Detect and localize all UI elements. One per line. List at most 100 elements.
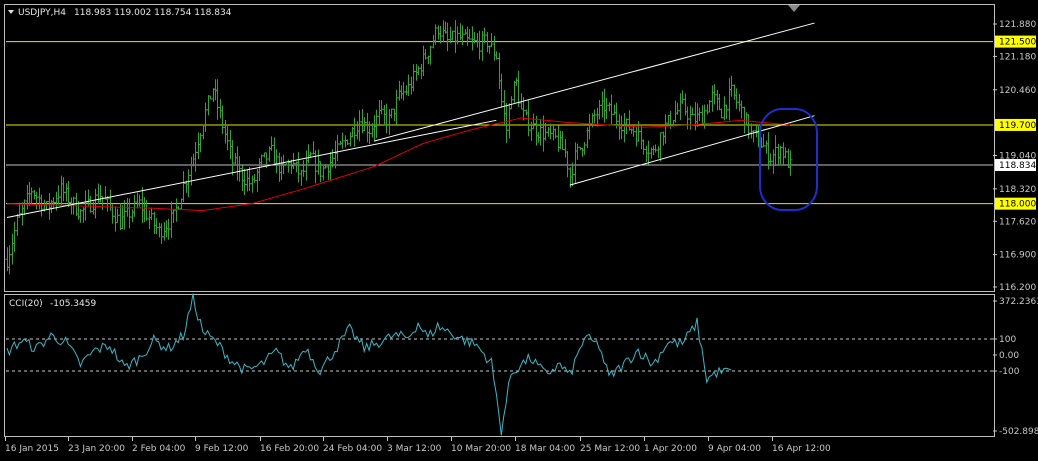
price-bar	[768, 153, 773, 166]
price-bar	[223, 120, 228, 144]
price-bar	[59, 175, 64, 206]
price-bar	[712, 84, 717, 105]
price-bar	[374, 109, 379, 138]
trend-line-0[interactable]	[6, 119, 497, 219]
level-label: 118.000	[999, 200, 1036, 210]
price-bar	[335, 134, 340, 162]
dropdown-icon[interactable]	[8, 10, 14, 14]
price-bar	[355, 121, 360, 140]
price-bar	[783, 147, 788, 159]
price-bar	[737, 93, 742, 112]
price-bar	[130, 209, 135, 223]
price-bar	[470, 26, 475, 51]
price-bar	[514, 77, 519, 86]
price-bar	[328, 152, 333, 182]
price-bar	[661, 131, 666, 146]
price-bar	[215, 79, 220, 120]
price-bar	[460, 25, 465, 46]
price-bar	[489, 33, 494, 48]
price-bar	[502, 90, 507, 126]
price-panel-frame	[4, 4, 995, 292]
price-bar	[98, 184, 103, 203]
price-bar	[352, 117, 357, 147]
cci-line	[6, 293, 732, 436]
price-bar	[693, 102, 698, 131]
price-bar	[600, 91, 605, 118]
price-bar	[463, 29, 468, 35]
price-bar	[220, 105, 225, 134]
price-bar	[575, 143, 580, 160]
price-bar	[715, 89, 720, 111]
price-bar	[436, 25, 441, 40]
price-bar	[678, 93, 683, 121]
shift-marker-icon[interactable]	[788, 5, 800, 12]
price-bar	[688, 105, 693, 130]
price-bar	[228, 129, 233, 160]
price-bar	[382, 105, 387, 126]
price-bar	[257, 158, 262, 181]
price-tick-label: 118.320	[999, 185, 1036, 195]
price-bar	[717, 93, 722, 111]
price-bar	[127, 198, 132, 229]
price-bar	[609, 94, 614, 125]
price-bar	[421, 45, 426, 76]
price-tick-label: 116.200	[999, 283, 1036, 293]
price-bar	[113, 206, 118, 232]
trend-line-2[interactable]	[569, 115, 815, 186]
price-bar	[651, 145, 656, 156]
chart-window: 121.880 121.180 120.460 119.040 118.320 117.6…	[0, 0, 1038, 457]
price-bar	[722, 96, 727, 121]
price-bar	[211, 88, 216, 103]
price-bar	[66, 180, 71, 208]
price-bar	[558, 130, 563, 150]
chart-svg: 121.880121.180120.460119.040118.320117.6…	[4, 4, 1038, 454]
price-bar	[734, 88, 739, 109]
price-bar	[152, 211, 157, 234]
price-bar	[563, 138, 568, 158]
price-bar	[697, 107, 702, 122]
price-bar	[541, 115, 546, 152]
price-bar	[587, 114, 592, 140]
level-label: 119.700	[999, 121, 1036, 131]
time-tick-label: 25 Mar 12:00	[580, 444, 640, 454]
price-bar	[399, 85, 404, 99]
price-bar	[132, 194, 137, 217]
price-bar	[653, 144, 658, 153]
price-bar	[225, 126, 230, 151]
price-bar	[729, 75, 734, 97]
price-bar	[88, 196, 93, 213]
cci-tick-label: 372.2363	[999, 297, 1038, 307]
price-bar	[343, 135, 348, 148]
time-tick-label: 10 Mar 20:00	[451, 444, 511, 454]
price-bar	[546, 126, 551, 137]
price-bar	[551, 124, 556, 141]
price-bar	[504, 102, 509, 143]
price-bar	[157, 222, 162, 238]
price-bar	[401, 82, 406, 101]
price-bar	[326, 165, 331, 180]
price-bar	[465, 26, 470, 46]
price-bar	[744, 112, 749, 126]
price-bar	[607, 102, 612, 112]
moving-average-line	[6, 117, 791, 212]
price-bar	[739, 100, 744, 119]
price-bar	[639, 124, 644, 150]
price-bar	[477, 30, 482, 60]
price-bar	[240, 165, 245, 191]
price-bar	[333, 140, 338, 169]
price-bar	[487, 45, 492, 54]
price-bar	[663, 114, 668, 144]
price-bar	[247, 167, 252, 192]
price-bar	[274, 149, 279, 174]
price-bar	[776, 144, 781, 165]
price-bar	[705, 104, 710, 115]
level-label: 121.500	[999, 38, 1036, 48]
time-tick-label: 24 Feb 04:00	[323, 444, 382, 454]
price-bar	[245, 169, 250, 192]
price-bar	[788, 150, 793, 176]
price-bar	[115, 208, 120, 223]
price-bar	[497, 52, 502, 89]
price-bar	[135, 192, 140, 209]
price-bar	[548, 123, 553, 140]
price-bar	[592, 109, 597, 124]
